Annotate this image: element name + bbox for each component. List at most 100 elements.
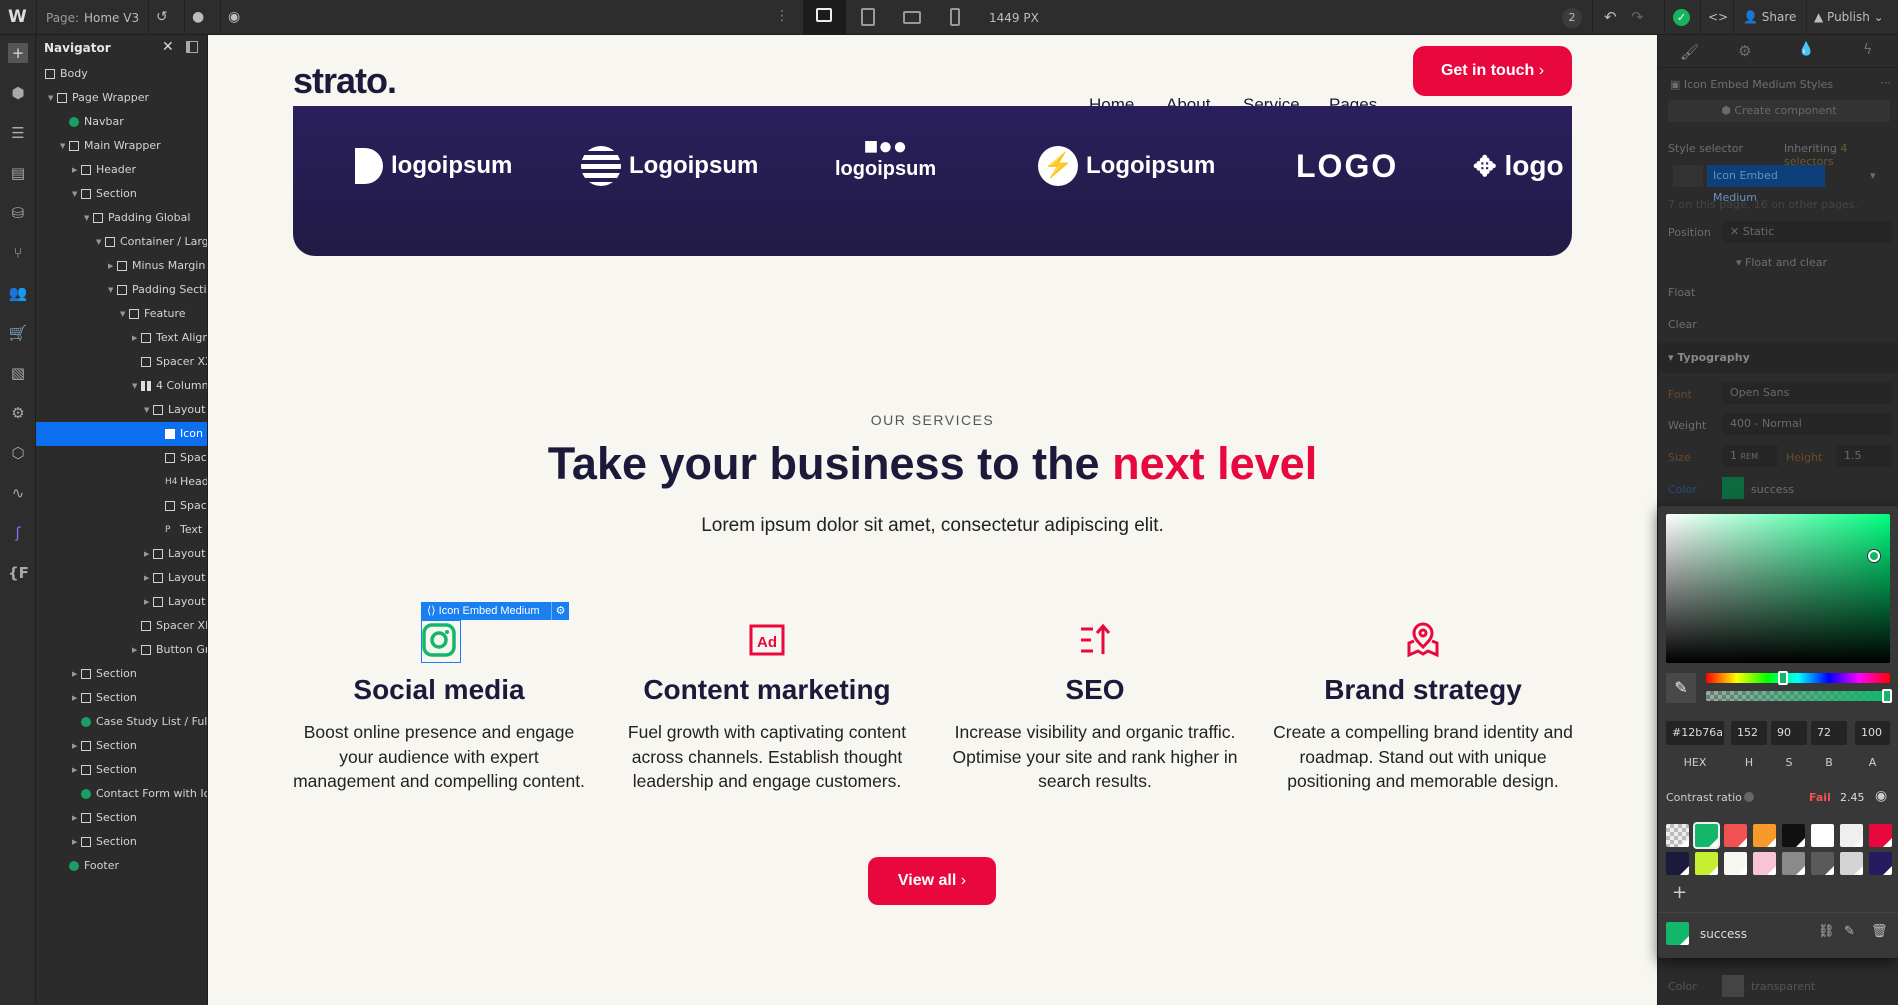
unlink-icon[interactable]: ⛓: [1818, 924, 1835, 939]
close-icon[interactable]: ✕: [162, 39, 174, 55]
caret-right-icon[interactable]: ▶: [144, 590, 149, 614]
hue-slider-handle[interactable]: [1778, 671, 1789, 685]
components-cube-icon[interactable]: ⬢: [8, 83, 28, 103]
comments-icon[interactable]: ●: [192, 9, 204, 25]
navigator-item[interactable]: ▶ Section: [36, 806, 207, 830]
eyedropper-icon[interactable]: ✎: [1666, 673, 1696, 703]
breakpoint-desktop-button[interactable]: [803, 0, 846, 35]
caret-right-icon[interactable]: ▶: [132, 638, 137, 662]
code-icon[interactable]: <>: [1708, 10, 1728, 24]
color-swatch[interactable]: [1840, 852, 1863, 875]
alpha-input[interactable]: 100: [1855, 721, 1890, 745]
add-icon[interactable]: +: [8, 43, 28, 63]
caret-down-icon[interactable]: ▼: [144, 398, 149, 422]
caret-down-icon[interactable]: ▼: [96, 230, 101, 254]
create-component-button[interactable]: ⬢ Create component: [1668, 100, 1890, 122]
navigator-item[interactable]: ▶ Text Align: [36, 326, 207, 350]
preview-icon[interactable]: ◉: [228, 9, 240, 25]
navigator-item[interactable]: Footer: [36, 854, 207, 878]
assets-icon[interactable]: ▧: [8, 363, 28, 383]
caret-down-icon[interactable]: ▼: [84, 206, 89, 230]
navigator-item[interactable]: ▶ Header: [36, 158, 207, 182]
navigator-item[interactable]: ▼ Page Wrapper: [36, 86, 207, 110]
line-height-input[interactable]: 1.5: [1836, 445, 1892, 467]
navigator-item[interactable]: ▼ Section: [36, 182, 207, 206]
selected-element-label[interactable]: ⟨⟩ Icon Embed Medium ⚙: [421, 602, 569, 620]
saturation-handle[interactable]: [1868, 550, 1880, 562]
navigator-item[interactable]: ▶ Section: [36, 662, 207, 686]
interactions-lightning-icon[interactable]: ϟ: [1863, 42, 1872, 58]
navigator-item[interactable]: Spacer XL: [36, 614, 207, 638]
navigator-item[interactable]: ▶ Section: [36, 830, 207, 854]
publish-button[interactable]: ▲ Publish ⌄: [1814, 10, 1884, 24]
navigator-icon[interactable]: ☰: [8, 123, 28, 143]
saturation-input[interactable]: 90: [1771, 721, 1807, 745]
mobile-landscape-icon[interactable]: [903, 11, 921, 24]
get-in-touch-button[interactable]: Get in touch ›: [1413, 46, 1572, 96]
caret-right-icon[interactable]: ▶: [144, 566, 149, 590]
color-swatch[interactable]: [1840, 824, 1863, 847]
navigator-item[interactable]: Navbar: [36, 110, 207, 134]
mobile-portrait-icon[interactable]: [950, 8, 960, 26]
color-swatch[interactable]: [1666, 852, 1689, 875]
caret-down-icon[interactable]: ▼: [72, 182, 77, 206]
navigator-item[interactable]: ▶ Layout: [36, 566, 207, 590]
navigator-item[interactable]: Spacer XX: [36, 350, 207, 374]
saturation-brightness-area[interactable]: [1666, 514, 1890, 663]
selector-mode-icon[interactable]: [1673, 165, 1703, 187]
more-icon[interactable]: ⋮: [775, 8, 789, 24]
undo-icon[interactable]: ↶: [1604, 8, 1617, 26]
apps-box-icon[interactable]: ⬡: [8, 443, 28, 463]
style-manager-drops-icon[interactable]: 💧: [1798, 42, 1814, 57]
more-options-icon[interactable]: ⋯: [1880, 76, 1891, 89]
color-swatch[interactable]: [1695, 852, 1718, 875]
background-color-value[interactable]: transparent: [1751, 980, 1815, 993]
alpha-slider-handle[interactable]: [1882, 689, 1892, 703]
background-color-swatch[interactable]: [1722, 975, 1744, 997]
float-clear-toggle[interactable]: ▾ Float and clear: [1736, 256, 1827, 269]
caret-right-icon[interactable]: ▶: [72, 686, 77, 710]
pages-icon[interactable]: ▤: [8, 163, 28, 183]
navigator-item[interactable]: ▼ Main Wrapper: [36, 134, 207, 158]
navigator-item[interactable]: Spacer: [36, 494, 207, 518]
caret-right-icon[interactable]: ▶: [144, 542, 149, 566]
navigator-item[interactable]: ▶ Button Group: [36, 638, 207, 662]
caret-down-icon[interactable]: ▼: [132, 374, 137, 398]
caret-down-icon[interactable]: ▼: [108, 278, 113, 302]
help-icon[interactable]: [1744, 792, 1754, 802]
navigator-item[interactable]: ▶ Minus Margin /: [36, 254, 207, 278]
navigator-item[interactable]: ▶ Section: [36, 686, 207, 710]
navigator-item[interactable]: ▶ Layout: [36, 590, 207, 614]
navigator-item[interactable]: ▶ Section: [36, 734, 207, 758]
navigator-item[interactable]: Case Study List / Full: [36, 710, 207, 734]
color-swatch[interactable]: [1811, 852, 1834, 875]
color-swatch[interactable]: [1811, 824, 1834, 847]
caret-right-icon[interactable]: ▶: [108, 254, 113, 278]
color-value[interactable]: success: [1751, 483, 1794, 496]
color-swatch[interactable]: [1753, 852, 1776, 875]
weight-select[interactable]: 400 - Normal: [1722, 413, 1892, 435]
share-button[interactable]: 👤 Share: [1743, 10, 1796, 24]
dock-panel-icon[interactable]: [186, 41, 198, 53]
typography-section-header[interactable]: ▾ Typography: [1658, 343, 1898, 373]
position-select[interactable]: ✕ Static: [1722, 221, 1892, 243]
navigator-item[interactable]: ▼ Padding Global: [36, 206, 207, 230]
redo-icon[interactable]: ↷: [1631, 8, 1644, 26]
navigator-item[interactable]: ▼ 4 Column: [36, 374, 207, 398]
caret-right-icon[interactable]: ▶: [72, 662, 77, 686]
selector-dropdown-icon[interactable]: ▾: [1870, 169, 1876, 182]
navigator-item[interactable]: Contact Form with Icon: [36, 782, 207, 806]
webflow-logo[interactable]: W: [8, 7, 27, 27]
color-swatch[interactable]: [1695, 824, 1718, 847]
color-swatch[interactable]: [1869, 852, 1892, 875]
caret-right-icon[interactable]: ▶: [72, 158, 77, 182]
navigator-item[interactable]: ▼ Feature: [36, 302, 207, 326]
caret-right-icon[interactable]: ▶: [72, 734, 77, 758]
logic-flow-icon[interactable]: ⑂: [8, 243, 28, 263]
eye-icon[interactable]: ◉: [1875, 788, 1887, 804]
page-selector[interactable]: Home V3: [84, 11, 139, 25]
finsweet-icon[interactable]: ʃ: [8, 523, 28, 543]
alpha-slider[interactable]: [1706, 689, 1892, 703]
edit-pencil-icon[interactable]: ✎: [1844, 924, 1855, 939]
navigator-item[interactable]: ▶ Layout: [36, 542, 207, 566]
